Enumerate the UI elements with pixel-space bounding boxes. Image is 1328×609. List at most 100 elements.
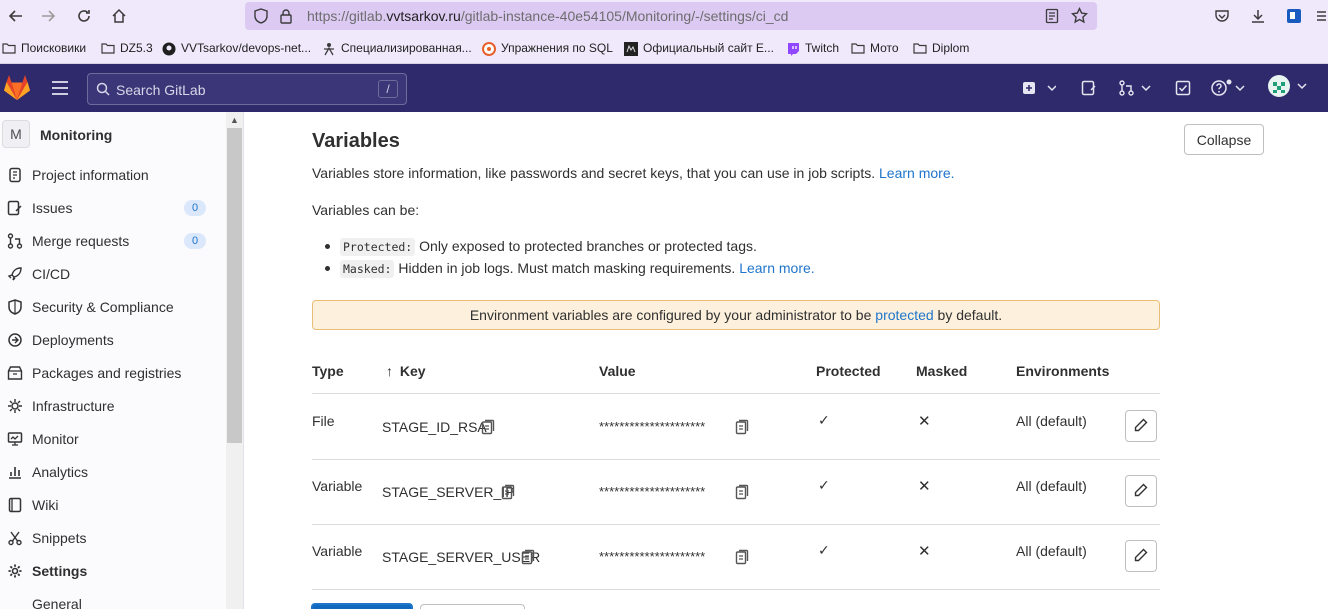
sidebar-item-wiki[interactable]: Wiki [0,490,226,520]
issues-icon[interactable] [1081,78,1097,98]
sidebar-scrollbar[interactable]: ▲ [226,112,243,609]
sidebar-item-snippets[interactable]: Snippets [0,523,226,553]
copy-value-icon[interactable] [735,549,749,565]
sidebar-item-label: Security & Compliance [32,299,174,315]
scissors-icon [7,530,23,546]
bookmark-link[interactable]: VVTsarkov/devops-net... [162,41,311,56]
sidebar-item-ci-cd[interactable]: CI/CD [0,259,226,289]
bullet-dot [325,244,330,249]
bookmark-folder[interactable]: Diplom [913,41,969,55]
chart-icon [7,464,23,480]
extension-icon[interactable] [1283,5,1305,27]
copy-value-icon[interactable] [735,484,749,500]
main-content: Variables Collapse Variables store infor… [245,112,1328,609]
merge-requests-icon[interactable] [1119,78,1155,98]
bookmark-link[interactable]: Twitch [786,41,839,56]
edit-variable-button[interactable] [1125,475,1157,507]
count-badge: 0 [184,200,206,216]
cloud-gear-icon [7,398,23,414]
edit-variable-button[interactable] [1125,410,1157,442]
sort-arrow-icon: ↑ [386,363,393,379]
twitch-icon [786,42,800,56]
bookmark-folder[interactable]: DZ5.3 [101,41,153,55]
url-text[interactable]: https://gitlab.vvtsarkov.ru/gitlab-insta… [307,8,788,24]
intro-paragraph: Variables store information, like passwo… [312,165,955,181]
bookmark-folder[interactable]: Поисковики [2,41,86,55]
sidebar-item-deployments[interactable]: Deployments [0,325,226,355]
shield-icon[interactable] [254,8,268,27]
sql-site-icon [482,42,496,56]
hamburger-menu-icon[interactable] [51,80,69,99]
search-input[interactable]: Search GitLab / [87,73,407,105]
reload-icon[interactable] [73,5,95,27]
bookmark-link[interactable]: Специализированная... [322,41,472,56]
sidebar-item-monitor[interactable]: Monitor [0,424,226,454]
copy-key-icon[interactable] [521,549,535,565]
column-header-value: Value [599,363,636,379]
info-icon [7,167,23,183]
variable-type: File [312,413,335,429]
reveal-values-button[interactable] [420,604,525,609]
sidebar-subitem-general[interactable]: General [32,596,82,609]
scrollbar-thumb[interactable] [227,128,242,443]
todos-icon[interactable] [1175,78,1191,98]
bookmark-link[interactable]: Официальный сайт Е... [624,41,774,56]
create-new-icon[interactable] [1022,78,1056,98]
bookmarks-bar: Поисковики DZ5.3 VVTsarkov/devops-net...… [0,32,1328,64]
edit-variable-button[interactable] [1125,540,1157,572]
downloads-icon[interactable] [1247,5,1269,27]
copy-value-icon[interactable] [735,419,749,435]
home-icon[interactable] [108,5,130,27]
sidebar-item-merge-requests[interactable]: Merge requests 0 [0,226,226,256]
collapse-button[interactable]: Collapse [1184,124,1264,155]
masking-learn-more-link[interactable]: Learn more. [739,260,814,276]
variable-environment: All (default) [1016,478,1087,494]
copy-key-icon[interactable] [501,484,515,500]
merge-request-icon [7,233,23,249]
gitlab-logo-icon[interactable] [3,74,31,104]
sidebar-item-settings[interactable]: Settings [0,556,226,586]
column-header-protected: Protected [816,363,881,379]
sidebar-item-packages-registries[interactable]: Packages and registries [0,358,226,388]
masked-value: ********************* [599,419,706,434]
variables-can-be-text: Variables can be: [312,202,420,218]
sidebar-item-infrastructure[interactable]: Infrastructure [0,391,226,421]
add-variable-button[interactable] [311,603,413,609]
figure-icon [322,42,336,56]
column-header-key[interactable]: ↑ Key [386,363,426,379]
masked-cross-icon: ✕ [918,543,931,560]
scroll-up-icon[interactable]: ▲ [230,115,239,125]
reader-view-icon[interactable] [1045,8,1059,27]
variable-type: Variable [312,478,363,494]
learn-more-link[interactable]: Learn more. [879,165,954,181]
sidebar-item-label: Project information [32,167,149,183]
monitor-icon [7,431,23,447]
pocket-icon[interactable] [1211,5,1233,27]
folder-icon [2,42,16,54]
bookmark-link[interactable]: Упражнения по SQL [482,41,613,56]
table-divider [312,524,1160,525]
help-icon[interactable] [1211,78,1247,98]
shield-icon [7,299,23,315]
copy-key-icon[interactable] [481,419,495,435]
menu-icon[interactable] [1314,5,1328,27]
protected-link[interactable]: protected [875,307,933,323]
project-name: Monitoring [40,127,113,143]
sidebar-project-header[interactable]: M Monitoring [0,120,226,150]
sidebar-item-project-information[interactable]: Project information [0,160,226,190]
deployments-icon [7,332,23,348]
forward-icon[interactable] [37,5,59,27]
sidebar-item-label: Wiki [32,497,59,513]
protected-check-icon: ✓ [818,542,830,558]
sidebar-item-security-compliance[interactable]: Security & Compliance [0,292,226,322]
table-divider [312,459,1160,460]
bookmark-folder[interactable]: Мото [851,41,899,55]
lock-icon[interactable] [279,8,293,27]
back-icon[interactable] [5,5,27,27]
bookmark-star-icon[interactable] [1070,6,1089,27]
sidebar-item-label: Infrastructure [32,398,115,414]
user-avatar-icon[interactable] [1267,75,1309,97]
sidebar-item-issues[interactable]: Issues 0 [0,193,226,223]
address-bar[interactable]: https://gitlab.vvtsarkov.ru/gitlab-insta… [245,2,1097,30]
sidebar-item-analytics[interactable]: Analytics [0,457,226,487]
